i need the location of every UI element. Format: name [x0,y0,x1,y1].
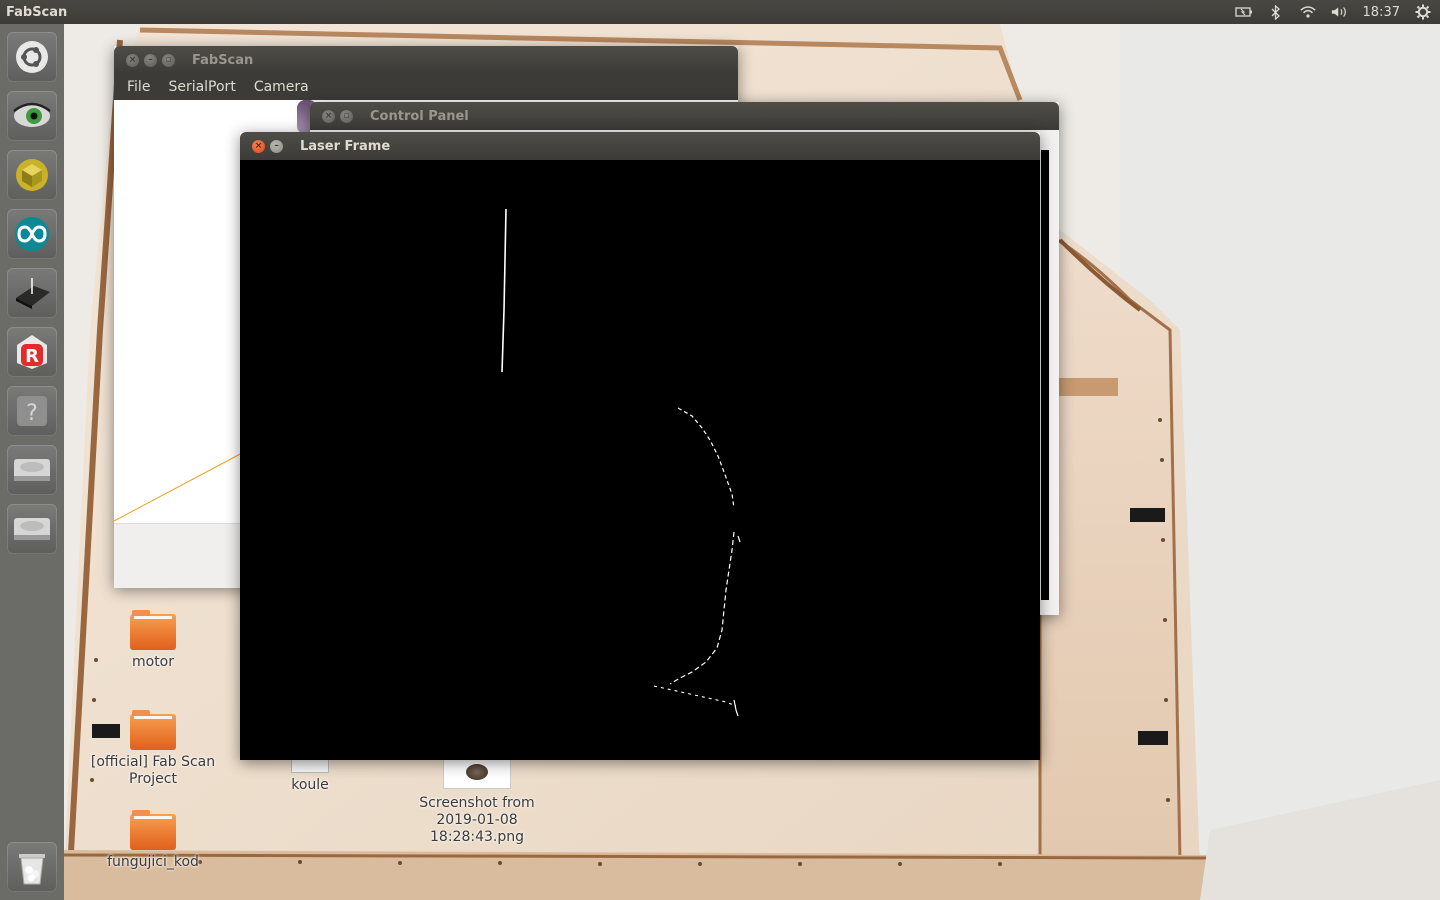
desktop-icon-label: fungujici_kod [107,854,199,870]
desktop-folder-fabscan-project[interactable]: [official] Fab Scan Project [88,710,218,788]
desktop-icon-label: motor [131,654,174,670]
desktop-folder-fungujici-kod[interactable]: fungujici_kod [88,810,218,871]
folder-icon [130,810,176,850]
window-title: Control Panel [370,108,469,124]
svg-text:?: ? [26,401,38,426]
camera-preview-edge [1041,150,1049,600]
volume-icon[interactable] [1331,4,1349,20]
desktop-icon-label: koule [291,777,329,793]
menu-file[interactable]: File [127,79,150,95]
menu-serialport[interactable]: SerialPort [168,79,235,95]
wifi-icon[interactable] [1299,4,1317,20]
desktop-icon-label: [official] Fab Scan Project [90,754,216,787]
active-app-name: FabScan [6,4,68,20]
file-icon [291,760,329,773]
bluetooth-icon[interactable] [1267,4,1285,20]
ubuntu-logo-icon[interactable] [7,32,57,82]
laser-frame-window: × – Laser Frame [240,132,1040,760]
svg-text:R: R [25,346,39,367]
minimize-icon[interactable]: – [144,53,157,67]
drive-icon[interactable] [7,504,57,554]
maximize-icon[interactable]: ▫ [162,53,175,67]
clock[interactable]: 18:37 [1363,5,1400,20]
arduino-icon[interactable] [7,209,57,259]
desktop-folder-motor[interactable]: motor [88,610,218,671]
desktop-icon-label: Screenshot from 2019-01-08 18:28:43.png [419,795,535,845]
folder-icon [130,710,176,750]
laser-frame-canvas [240,160,1040,760]
battery-icon[interactable] [1234,4,1253,20]
gear-icon[interactable] [1414,4,1432,20]
desktop-file-koule[interactable]: koule [245,760,375,794]
image-thumbnail-icon [443,760,511,789]
fabscan-menubar: File SerialPort Camera [114,74,738,100]
maximize-icon[interactable]: ▫ [340,109,353,123]
laser-frame-titlebar[interactable]: × – Laser Frame [240,132,1040,160]
help-icon[interactable]: ? [7,386,57,436]
folder-icon [130,610,176,650]
menu-camera[interactable]: Camera [254,79,309,95]
indicator-area: 18:37 [1234,4,1440,20]
laser-scanner-icon[interactable] [7,268,57,318]
r-app-icon[interactable]: R [7,327,57,377]
3d-cube-app-icon[interactable] [7,150,57,200]
window-title: FabScan [192,52,254,68]
close-icon[interactable]: × [322,109,335,123]
desktop-file-screenshot[interactable]: Screenshot from 2019-01-08 18:28:43.png [412,760,542,846]
fabscan-titlebar[interactable]: × – ▫ FabScan [114,46,738,74]
close-icon[interactable]: × [126,53,139,67]
launcher: R ? [0,24,64,900]
control-panel-titlebar[interactable]: × ▫ Control Panel [310,102,1059,130]
top-panel: FabScan 18:37 [0,0,1440,24]
drive-icon[interactable] [7,445,57,495]
trash-icon[interactable] [7,842,57,892]
minimize-icon[interactable]: – [270,139,283,153]
laser-line-image [501,208,741,717]
close-icon[interactable]: × [252,139,265,153]
eye-app-icon[interactable] [7,91,57,141]
window-title: Laser Frame [300,138,391,154]
